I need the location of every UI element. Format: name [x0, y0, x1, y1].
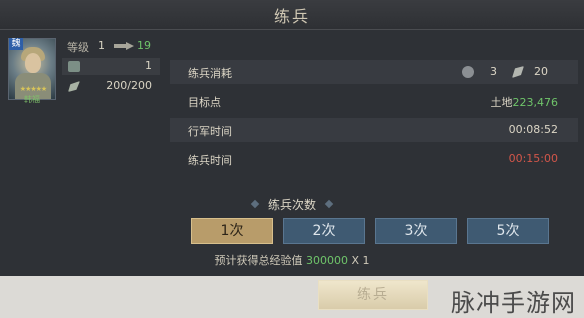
target-value: 土地223,476 — [491, 94, 559, 110]
exp-suffix: X 1 — [351, 254, 370, 267]
level-next: 19 — [137, 39, 151, 52]
title-bar: 练兵 — [0, 0, 584, 30]
stamina-icon — [462, 66, 474, 78]
march-row: 行军时间 00:08:52 — [170, 118, 578, 142]
cost-label: 练兵消耗 — [188, 67, 232, 80]
train-value: 00:15:00 — [508, 152, 558, 165]
count-option-1[interactable]: 1次 — [191, 218, 273, 244]
target-row: 目标点 土地223,476 — [170, 89, 578, 113]
target-number: 223,476 — [512, 96, 559, 109]
troop-row: 1 — [62, 58, 160, 75]
training-info: 练兵消耗 3 20 目标点 土地223,476 行军时间 00:08:52 练兵… — [170, 52, 578, 182]
page-title: 练兵 — [273, 7, 310, 26]
train-label: 练兵时间 — [188, 154, 232, 167]
troop-icon — [68, 61, 80, 72]
hero-stars: ★★★★★ — [19, 85, 47, 93]
cost-group: 3 20 — [462, 64, 562, 80]
level-label: 等级 — [67, 41, 89, 54]
count-option-3[interactable]: 3次 — [375, 218, 457, 244]
site-watermark: 脉冲手游网 — [451, 289, 576, 317]
exp-prefix: 预计获得总经验值 — [214, 254, 303, 267]
exp-estimate: 预计获得总经验值 300000 X 1 — [0, 252, 584, 268]
count-option-5[interactable]: 5次 — [467, 218, 549, 244]
hero-name: 韩福 — [24, 95, 40, 104]
train-confirm-button[interactable]: 练兵 — [318, 280, 428, 310]
troop-value: 1 — [145, 59, 152, 72]
hero-face — [25, 53, 41, 73]
march-value: 00:08:52 — [508, 123, 558, 136]
flag-icon — [512, 66, 524, 78]
level-current: 1 — [98, 39, 105, 52]
count-option-2[interactable]: 2次 — [283, 218, 365, 244]
cost-b: 20 — [534, 65, 548, 78]
target-label: 目标点 — [188, 96, 221, 109]
march-label: 行军时间 — [188, 125, 232, 138]
faction-badge: 魏 — [9, 38, 23, 50]
arrow-right-icon — [114, 42, 134, 50]
train-time-row: 练兵时间 00:15:00 — [170, 147, 578, 171]
capacity-row: 200/200 — [62, 78, 160, 95]
troop-capacity: 200/200 — [106, 79, 152, 92]
target-prefix: 土地 — [490, 96, 513, 109]
cost-a: 3 — [490, 65, 497, 78]
cost-row: 练兵消耗 3 20 — [170, 60, 578, 84]
level-row: 等级 1 19 — [62, 38, 160, 55]
flag-icon — [68, 81, 80, 92]
exp-value: 300000 — [305, 254, 348, 267]
count-title: 练兵次数 — [0, 196, 584, 213]
